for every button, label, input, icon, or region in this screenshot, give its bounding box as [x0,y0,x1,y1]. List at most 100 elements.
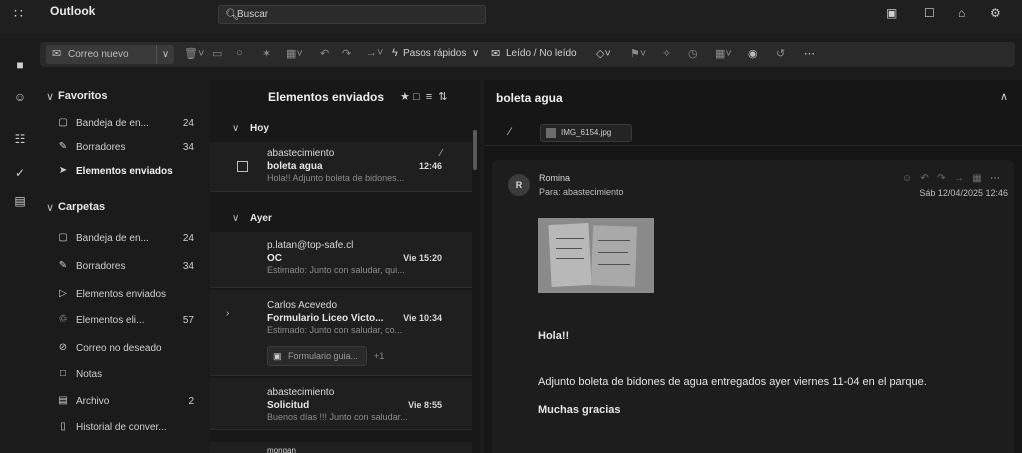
archive-icon: ▤ [58,395,68,406]
list-item[interactable]: › Carlos Acevedo Formulario Liceo Victo.… [210,290,472,376]
folders-header[interactable]: ∨ Carpetas [46,201,105,214]
more-options-icon[interactable]: ⋯ [804,47,815,60]
attachment-icon: ∕ [440,148,442,159]
move-to-icon[interactable]: ▦˅ [286,47,303,60]
flag-icon[interactable]: ⚑˅ [630,47,646,60]
folder-item-favorites-sent[interactable]: ➤ Elementos enviados [56,165,204,181]
paper-line [598,252,628,253]
attachment-more[interactable]: +1 [374,351,384,361]
folder-item-favorites-inbox[interactable]: ▢ Bandeja de en... 24 [56,117,204,133]
body-text: Adjunto boleta de bidones de agua entreg… [538,376,927,388]
folder-item-deleted[interactable]: ♲ Elementos eli... 57 [56,314,204,330]
groups-app-icon[interactable]: ☷ [12,132,28,148]
forward-icon[interactable]: →˅ [366,47,383,59]
command-ribbon: ✉ Correo nuevo ∨ 🗑︎˅ ▭ ○ ✶ ▦˅ ↶ ↷ →˅ ϟ P… [40,42,1015,67]
filter-icon[interactable]: ≡ [423,91,432,103]
envelope-open-icon: ✉ [491,48,501,60]
apps-app-icon[interactable]: ▤ [12,194,28,210]
paper-line [556,258,584,259]
trash-icon: ♲ [58,314,68,325]
people-app-icon[interactable]: ☺ [12,90,28,106]
copilot-icon[interactable]: ◉ [748,47,758,60]
more-options-icon[interactable]: ⋯ [990,173,1000,184]
app-launcher-icon[interactable]: ∷ [14,5,30,21]
pin-icon[interactable]: ✧ [662,47,671,60]
send-icon: ➤ [58,165,68,176]
mail-icon: ✉ [52,48,62,60]
select-icon[interactable]: □ [413,91,420,103]
avatar[interactable]: R [508,174,530,196]
delete-icon[interactable]: 🗑︎˅ [184,47,204,60]
pencil-icon: ✎ [58,141,68,152]
sender-name[interactable]: Romina [539,173,570,183]
body-closing: Muchas gracias [538,404,621,416]
report-icon[interactable]: ○ [236,47,243,59]
list-title: Elementos enviados [268,90,385,104]
star-icon[interactable]: ★ [400,91,410,103]
attachment-file[interactable]: IMG_6154.jpg [540,124,632,142]
settings-icon[interactable]: ⚙ [990,6,1001,20]
folder-item-archive[interactable]: ▤ Archivo 2 [56,395,204,411]
document-icon: ▣ [273,351,282,361]
tag-icon[interactable]: ◇˅ [596,47,611,60]
folder-item-favorites-drafts[interactable]: ✎ Borradores 34 [56,141,204,157]
forward-icon[interactable]: → [954,173,964,184]
folder-pane: ∨ Favoritos ▢ Bandeja de en... 24 ✎ Borr… [40,80,210,453]
folder-item-sent[interactable]: ▷ Elementos enviados [56,288,204,304]
list-item[interactable]: p.latan@top-safe.cl OC Vie 15:20 Estimad… [210,232,472,288]
folder-item-history[interactable]: ▯ Historial de conver... [56,421,204,437]
archive-icon[interactable]: ▭ [212,47,222,60]
message-list: Elementos enviados ★ □ ≡ ⇅ ∨ Hoy abastec… [210,80,480,453]
meet-now-icon[interactable]: ▣ [886,6,897,20]
apps-icon[interactable]: ▦ [972,173,981,184]
reply-all-icon[interactable]: ↷ [342,47,351,60]
notifications-icon[interactable]: ⌂ [958,6,965,20]
chevron-down-icon: ∨ [232,213,240,224]
list-item[interactable]: mongan [210,442,472,453]
app-title: Outlook [50,4,96,18]
mail-app-icon[interactable]: ■ [12,58,28,74]
quick-steps-dropdown-icon[interactable]: ∨ [472,48,479,59]
chevron-up-icon[interactable]: ∧ [1000,90,1008,103]
sort-icon[interactable]: ⇅ [435,91,447,103]
reply-icon[interactable]: ↶ [320,47,329,60]
react-icon[interactable]: ☺ [902,173,912,184]
todo-app-icon[interactable]: ✓ [12,166,28,182]
undo-icon[interactable]: ↺ [776,47,785,60]
message-card: R Romina Para: abastecimiento ☺ ↶ ↷ → ▦ … [492,160,1014,453]
snooze-icon[interactable]: ◷ [688,47,698,60]
rules-icon[interactable]: ▦˅ [715,47,732,60]
folder-item-notes[interactable]: □ Notas [56,368,204,384]
folder-item-drafts[interactable]: ✎ Borradores 34 [56,260,204,276]
paper-line [556,238,584,239]
message-subject: boleta agua [496,91,563,105]
read-unread-button[interactable]: Leído / No leído [506,48,577,59]
note-icon: □ [59,368,67,379]
search-input[interactable] [237,7,477,22]
list-item[interactable]: abastecimiento Solicitud Vie 8:55 Buenos… [210,378,472,430]
scrollbar-thumb[interactable] [473,130,477,170]
folder-item-inbox[interactable]: ▢ Bandeja de en... 24 [56,232,204,248]
reply-all-icon[interactable]: ↷ [937,173,945,184]
history-icon: ▯ [60,421,66,432]
quick-steps-icon: ϟ [392,47,398,59]
paper-line [598,264,630,265]
sweep-icon[interactable]: ✶ [262,47,271,60]
folder-item-junk[interactable]: ⊘ Correo no deseado [56,342,204,358]
inline-image[interactable] [538,218,654,293]
chevron-right-icon[interactable]: › [226,308,229,319]
select-checkbox[interactable] [237,161,248,172]
new-mail-dropdown-icon[interactable]: ∨ [156,45,174,64]
attachment-chip[interactable]: ▣ Formulario guia... [267,346,367,366]
feedback-icon[interactable]: ☐ [924,6,935,20]
reply-icon[interactable]: ↶ [920,173,928,184]
paper-shape [548,222,592,288]
new-mail-button[interactable]: ✉ Correo nuevo ∨ [46,45,174,64]
attachment-icon: ∕ [509,126,511,138]
favorites-header[interactable]: ∨ Favoritos [46,90,108,103]
search-box[interactable]: 🔍︎ [218,5,486,24]
paper-line [556,248,582,249]
quick-steps-button[interactable]: Pasos rápidos [403,48,466,59]
list-item[interactable]: abastecimiento ∕ boleta agua 12:46 Hola!… [210,142,472,192]
send-icon: ▷ [59,288,67,299]
